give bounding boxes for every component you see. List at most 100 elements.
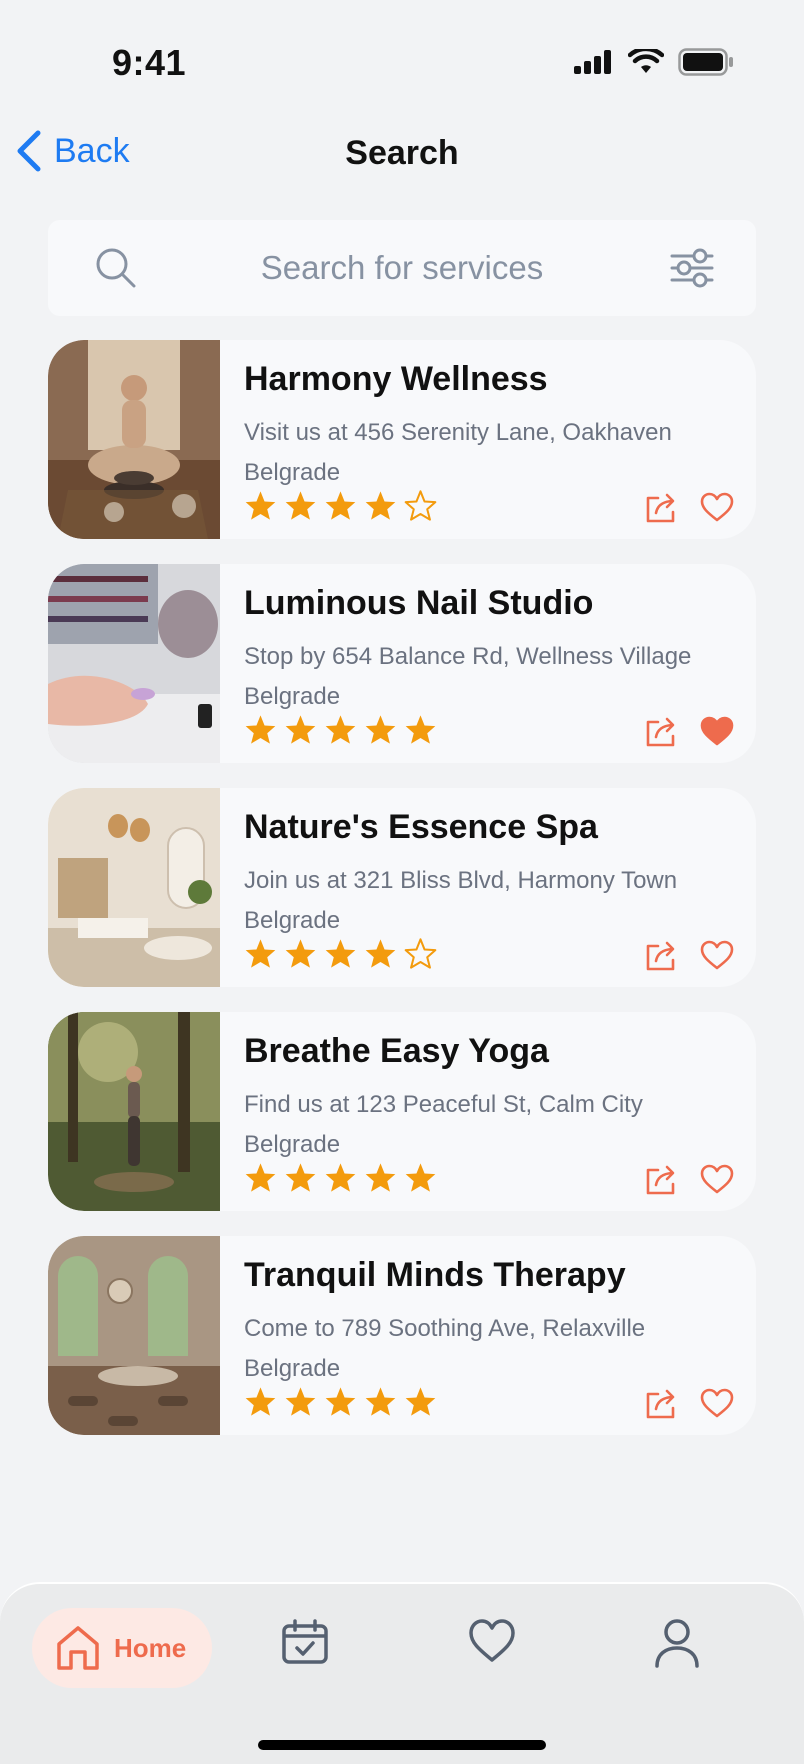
share-icon [646, 1389, 675, 1419]
business-city: Belgrade [244, 1131, 341, 1158]
business-address: Visit us at 456 Serenity Lane, Oakhaven [244, 419, 672, 446]
home-indicator [258, 1740, 546, 1750]
search-icon [96, 248, 136, 288]
card-actions [644, 938, 734, 972]
profile-icon [655, 1619, 699, 1668]
card-details: Breathe Easy Yoga Find us at 123 Peacefu… [244, 1032, 736, 1165]
card-actions [644, 490, 734, 524]
star-filled-icon [245, 939, 276, 968]
star-rating [244, 714, 437, 745]
star-filled-icon [325, 491, 356, 520]
star-filled-icon [285, 1163, 316, 1192]
heart-outline-icon [700, 1164, 734, 1194]
star-rating [244, 490, 437, 521]
tab-profile[interactable] [654, 1618, 700, 1673]
status-time: 9:41 [112, 42, 187, 83]
share-icon [646, 717, 675, 747]
tab-home-label: Home [114, 1632, 187, 1663]
tab-calendar[interactable] [280, 1618, 330, 1671]
card-actions [644, 714, 734, 748]
share-button[interactable] [644, 490, 678, 524]
card-details: Luminous Nail Studio Stop by 654 Balance… [244, 584, 736, 717]
favorite-button[interactable] [700, 1164, 734, 1194]
thumbnail-image [48, 1012, 220, 1211]
thumbnail-image [48, 340, 220, 539]
status-icons [574, 48, 734, 76]
share-button[interactable] [644, 1162, 678, 1196]
result-card-tranquil-minds-therapy[interactable]: Tranquil Minds Therapy Come to 789 Sooth… [48, 1236, 756, 1435]
result-card-harmony-wellness[interactable]: Harmony Wellness Visit us at 456 Serenit… [48, 340, 756, 539]
business-address: Find us at 123 Peaceful St, Calm City [244, 1091, 643, 1118]
chevron-left-icon [17, 130, 41, 172]
navigation-bar: Search Back [0, 120, 804, 200]
business-name: Luminous Nail Studio [244, 584, 594, 622]
business-address: Come to 789 Soothing Ave, Relaxville [244, 1315, 646, 1342]
share-button[interactable] [644, 714, 678, 748]
search-input[interactable] [168, 220, 636, 316]
business-name: Breathe Easy Yoga [244, 1032, 549, 1070]
heart-outline-icon [700, 492, 734, 522]
business-address: Join us at 321 Bliss Blvd, Harmony Town [244, 867, 678, 894]
star-filled-icon [325, 715, 356, 744]
star-filled-icon [245, 1163, 276, 1192]
favorite-button[interactable] [700, 716, 734, 746]
star-filled-icon [365, 1163, 396, 1192]
star-filled-icon [405, 1163, 436, 1192]
business-city: Belgrade [244, 459, 341, 486]
filter-icon[interactable] [670, 248, 714, 288]
share-icon [646, 1165, 675, 1195]
signal-icon [574, 50, 611, 74]
results-list: Harmony Wellness Visit us at 456 Serenit… [48, 340, 756, 1460]
heart-icon [469, 1619, 515, 1662]
business-city: Belgrade [244, 683, 341, 710]
wifi-icon [628, 49, 664, 73]
star-filled-icon [245, 491, 276, 520]
search-bar [48, 220, 756, 316]
tab-favorites[interactable] [468, 1618, 516, 1669]
star-filled-icon [365, 715, 396, 744]
star-filled-icon [325, 1387, 356, 1416]
back-button[interactable]: Back [16, 130, 130, 172]
business-city: Belgrade [244, 907, 341, 934]
heart-filled-icon [700, 716, 734, 746]
card-details: Harmony Wellness Visit us at 456 Serenit… [244, 360, 736, 493]
business-name: Harmony Wellness [244, 360, 548, 398]
star-filled-icon [365, 491, 396, 520]
star-rating [244, 1386, 437, 1417]
result-card-breathe-easy-yoga[interactable]: Breathe Easy Yoga Find us at 123 Peacefu… [48, 1012, 756, 1211]
star-filled-icon [325, 1163, 356, 1192]
home-icon [57, 1626, 99, 1670]
tab-home[interactable]: Home [32, 1608, 212, 1688]
share-button[interactable] [644, 938, 678, 972]
star-filled-icon [405, 1387, 436, 1416]
card-details: Tranquil Minds Therapy Come to 789 Sooth… [244, 1256, 736, 1389]
star-filled-icon [285, 715, 316, 744]
heart-outline-icon [700, 940, 734, 970]
calendar-icon [282, 1619, 328, 1664]
share-icon [646, 493, 675, 523]
thumbnail-image [48, 564, 220, 763]
share-button[interactable] [644, 1386, 678, 1420]
status-bar: 9:41 [0, 0, 804, 120]
star-filled-icon [285, 1387, 316, 1416]
star-outline-icon [404, 490, 437, 521]
star-outline-icon [404, 938, 437, 969]
business-city: Belgrade [244, 1355, 341, 1382]
share-icon [646, 941, 675, 971]
result-card-natures-essence-spa[interactable]: Nature's Essence Spa Join us at 321 Blis… [48, 788, 756, 987]
star-filled-icon [405, 715, 436, 744]
favorite-button[interactable] [700, 940, 734, 970]
card-details: Nature's Essence Spa Join us at 321 Blis… [244, 808, 736, 941]
favorite-button[interactable] [700, 1388, 734, 1418]
business-name: Tranquil Minds Therapy [244, 1256, 626, 1294]
tab-bar: Home [0, 1582, 804, 1764]
result-card-luminous-nail-studio[interactable]: Luminous Nail Studio Stop by 654 Balance… [48, 564, 756, 763]
thumbnail-image [48, 788, 220, 987]
back-label: Back [54, 131, 130, 170]
business-name: Nature's Essence Spa [244, 808, 598, 846]
card-actions [644, 1162, 734, 1196]
star-filled-icon [365, 939, 396, 968]
favorite-button[interactable] [700, 492, 734, 522]
heart-outline-icon [700, 1388, 734, 1418]
star-rating [244, 938, 437, 969]
